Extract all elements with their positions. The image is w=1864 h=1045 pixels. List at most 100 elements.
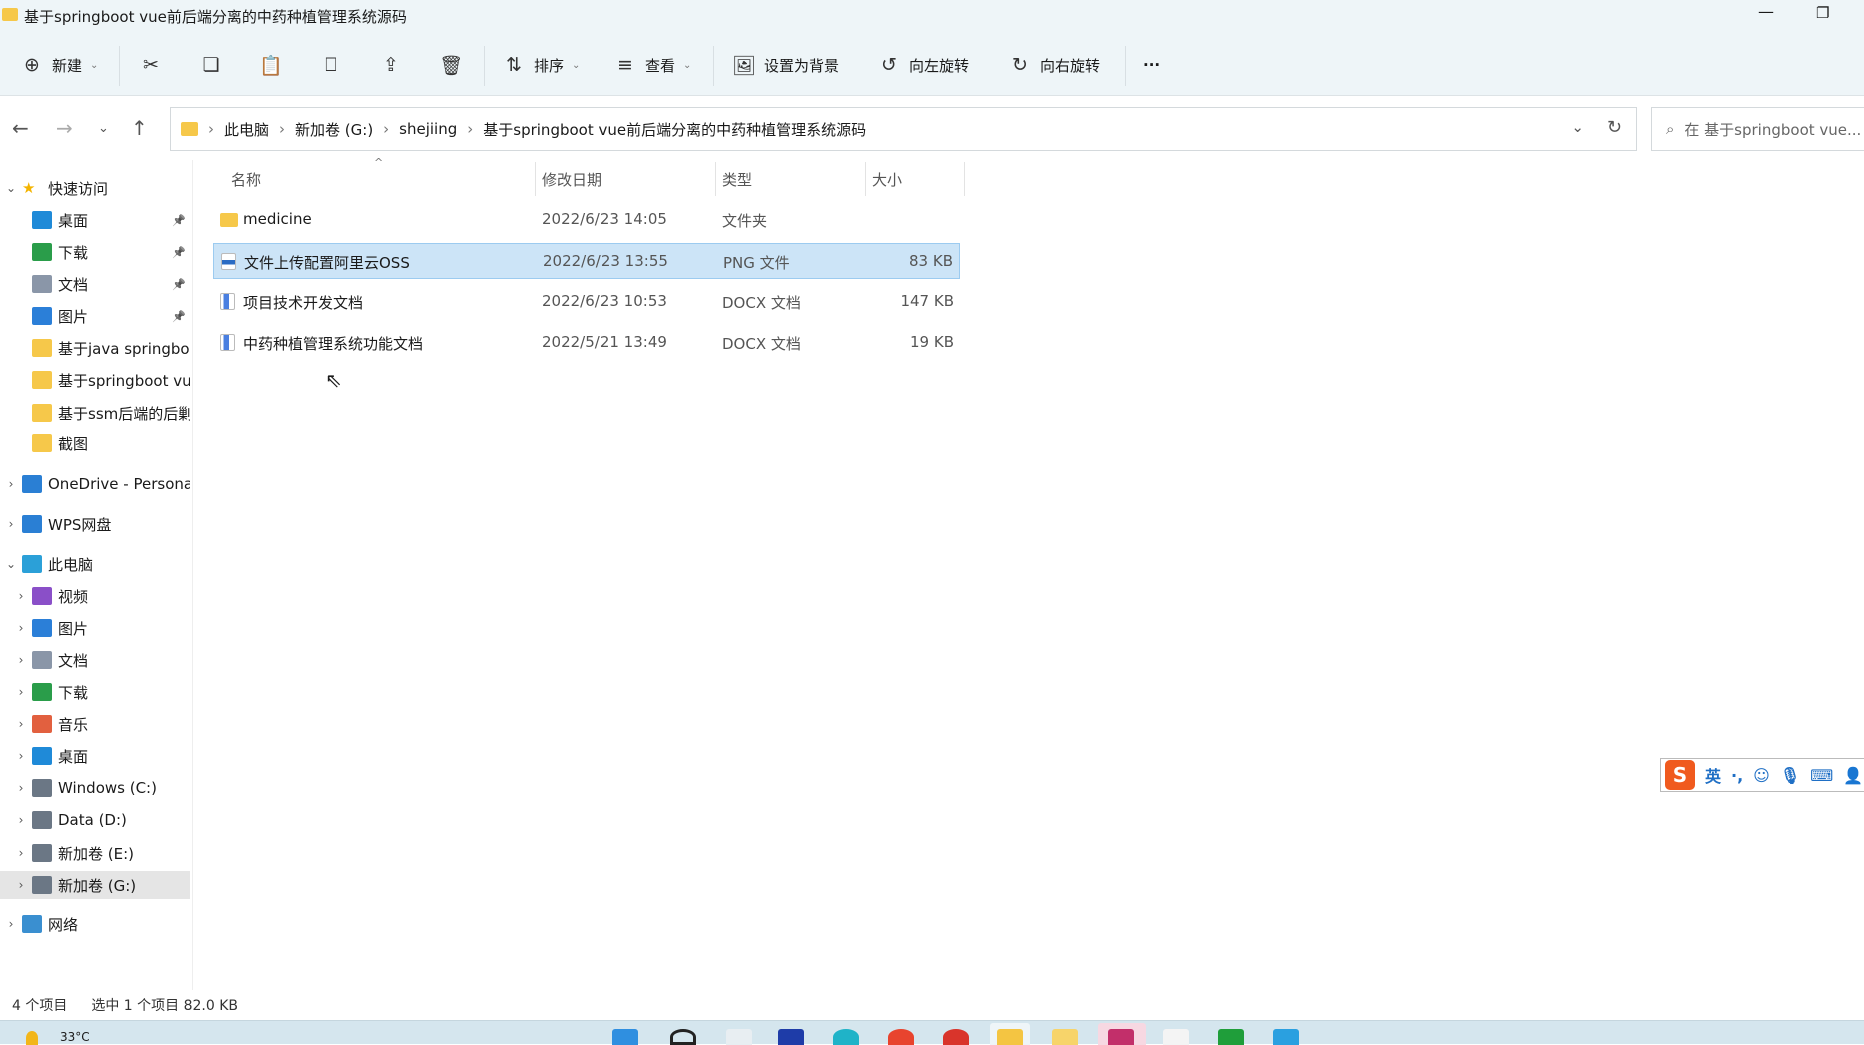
expand-chevron-icon[interactable]: ›: [10, 717, 32, 731]
sidebar-item[interactable]: › 下载: [0, 678, 190, 706]
sidebar-item[interactable]: ⌄ 此电脑: [0, 550, 190, 578]
sidebar-item[interactable]: 图片 📌: [0, 302, 190, 330]
ime-mode[interactable]: 英: [1705, 763, 1721, 787]
pin-icon[interactable]: 📌: [172, 214, 186, 227]
expand-chevron-icon[interactable]: ⌄: [0, 181, 22, 195]
pin-icon[interactable]: 📌: [172, 278, 186, 291]
task-view-icon[interactable]: [726, 1029, 752, 1045]
expand-chevron-icon[interactable]: ›: [10, 589, 32, 603]
expand-chevron-icon[interactable]: ›: [0, 477, 22, 491]
breadcrumb-shejiing[interactable]: shejiing: [399, 120, 457, 138]
sidebar-item[interactable]: › 桌面: [0, 742, 190, 770]
breadcrumb-drive-g[interactable]: 新加卷 (G:): [295, 119, 373, 140]
sogou-logo-icon: S: [1665, 760, 1695, 790]
file-row[interactable]: 项目技术开发文档 2022/6/23 10:53 DOCX 文档 147 KB: [213, 284, 960, 320]
share-button[interactable]: ⇪: [379, 48, 403, 82]
edge-icon[interactable]: [833, 1029, 859, 1045]
address-dropdown-icon[interactable]: ⌄: [1571, 118, 1584, 136]
column-divider[interactable]: [535, 162, 536, 196]
column-divider[interactable]: [865, 162, 866, 196]
sidebar-item[interactable]: › 新加卷 (G:): [0, 871, 190, 899]
sidebar-item[interactable]: 基于ssm后端的后剿: [0, 399, 190, 427]
sidebar-item[interactable]: › 图片: [0, 614, 190, 642]
separator: [713, 46, 714, 86]
expand-chevron-icon[interactable]: ›: [10, 846, 32, 860]
sidebar-item[interactable]: › 网络: [0, 910, 190, 938]
start-icon[interactable]: [612, 1029, 638, 1045]
app-icon[interactable]: [778, 1029, 804, 1045]
microphone-icon[interactable]: 🎙: [1780, 766, 1800, 785]
sidebar-item[interactable]: 下载 📌: [0, 238, 190, 266]
sidebar-item[interactable]: › 视频: [0, 582, 190, 610]
minimize-button[interactable]: —: [1758, 2, 1774, 21]
column-header-date[interactable]: 修改日期: [542, 166, 602, 192]
rename-button[interactable]: ⎕: [319, 48, 343, 82]
file-row[interactable]: 文件上传配置阿里云OSS 2022/6/23 13:55 PNG 文件 83 KB: [213, 243, 960, 279]
weather-temperature[interactable]: 33°C: [60, 1030, 90, 1044]
pane-divider[interactable]: [192, 160, 193, 990]
expand-chevron-icon[interactable]: ⌄: [0, 557, 22, 571]
expand-chevron-icon[interactable]: ›: [10, 878, 32, 892]
breadcrumb-current-folder[interactable]: 基于springboot vue前后端分离的中药种植管理系统源码: [483, 119, 866, 140]
sort-button[interactable]: ⇅ 排序 ⌄: [502, 48, 580, 82]
expand-chevron-icon[interactable]: ›: [10, 781, 32, 795]
column-divider[interactable]: [964, 162, 965, 196]
keyboard-icon[interactable]: ⌨: [1810, 766, 1833, 785]
clipboard-icon: 📋: [259, 54, 283, 77]
sidebar-item[interactable]: › 新加卷 (E:): [0, 839, 190, 867]
file-row[interactable]: medicine 2022/6/23 14:05 文件夹: [213, 202, 960, 238]
column-header-name[interactable]: 名称: [231, 166, 261, 192]
ime-punctuation[interactable]: ·,: [1731, 766, 1743, 785]
sidebar-item[interactable]: › Data (D:): [0, 806, 190, 834]
rotate-right-button[interactable]: ↻ 向右旋转: [1008, 48, 1100, 82]
set-background-button[interactable]: 🖼 设置为背景: [732, 48, 839, 82]
rotate-left-button[interactable]: ↺ 向左旋转: [877, 48, 969, 82]
skin-icon[interactable]: 👤: [1843, 766, 1863, 785]
app-icon[interactable]: [1163, 1029, 1189, 1045]
sidebar-item[interactable]: 文档 📌: [0, 270, 190, 298]
delete-button[interactable]: 🗑: [439, 48, 463, 82]
pin-icon[interactable]: 📌: [172, 246, 186, 259]
sidebar-item[interactable]: ⌄ ★ 快速访问: [0, 174, 190, 202]
address-bar[interactable]: › 此电脑 › 新加卷 (G:) › shejiing › 基于springbo…: [170, 107, 1637, 151]
app-icon[interactable]: [1218, 1029, 1244, 1045]
sidebar-item[interactable]: › 音乐: [0, 710, 190, 738]
paste-button[interactable]: 📋: [259, 48, 283, 82]
sidebar-item[interactable]: › WPS网盘: [0, 510, 190, 538]
refresh-icon[interactable]: ↻: [1607, 117, 1622, 138]
sidebar-item[interactable]: › 文档: [0, 646, 190, 674]
view-button[interactable]: ≡ 查看 ⌄: [613, 48, 691, 82]
column-header-size[interactable]: 大小: [872, 166, 902, 192]
search-box[interactable]: ⌕ 在 基于springboot vue...: [1651, 107, 1864, 151]
app-icon[interactable]: [943, 1029, 969, 1045]
column-header-type[interactable]: 类型: [722, 166, 752, 192]
sidebar-item[interactable]: › OneDrive - Persona: [0, 470, 190, 498]
ime-toolbar[interactable]: S 英 ·, ☺ 🎙 ⌨ 👤: [1660, 758, 1864, 792]
more-button[interactable]: ···: [1143, 48, 1160, 82]
file-name: 中药种植管理系统功能文档: [243, 335, 424, 353]
expand-chevron-icon[interactable]: ›: [10, 621, 32, 635]
sidebar-item[interactable]: › Windows (C:): [0, 774, 190, 802]
copy-button[interactable]: ❏: [199, 48, 223, 82]
pin-icon[interactable]: 📌: [172, 310, 186, 323]
sidebar-item[interactable]: 基于java springbo: [0, 334, 190, 362]
sidebar-item[interactable]: 桌面 📌: [0, 206, 190, 234]
sidebar-item[interactable]: 截图: [0, 429, 190, 457]
expand-chevron-icon[interactable]: ›: [0, 917, 22, 931]
emoji-icon[interactable]: ☺: [1753, 766, 1770, 785]
star-icon: ★: [22, 179, 36, 197]
expand-chevron-icon[interactable]: ›: [0, 517, 22, 531]
chrome-icon[interactable]: [888, 1029, 914, 1045]
column-divider[interactable]: [715, 162, 716, 196]
sidebar-item[interactable]: 基于springboot vu: [0, 366, 190, 394]
file-row[interactable]: 中药种植管理系统功能文档 2022/5/21 13:49 DOCX 文档 19 KB: [213, 325, 960, 361]
app-icon[interactable]: [1052, 1029, 1078, 1045]
expand-chevron-icon[interactable]: ›: [10, 653, 32, 667]
restore-button[interactable]: ❐: [1816, 4, 1829, 22]
breadcrumb-this-pc[interactable]: 此电脑: [224, 119, 269, 140]
expand-chevron-icon[interactable]: ›: [10, 813, 32, 827]
expand-chevron-icon[interactable]: ›: [10, 685, 32, 699]
search-icon[interactable]: [670, 1029, 696, 1045]
app-icon[interactable]: [1273, 1029, 1299, 1045]
expand-chevron-icon[interactable]: ›: [10, 749, 32, 763]
